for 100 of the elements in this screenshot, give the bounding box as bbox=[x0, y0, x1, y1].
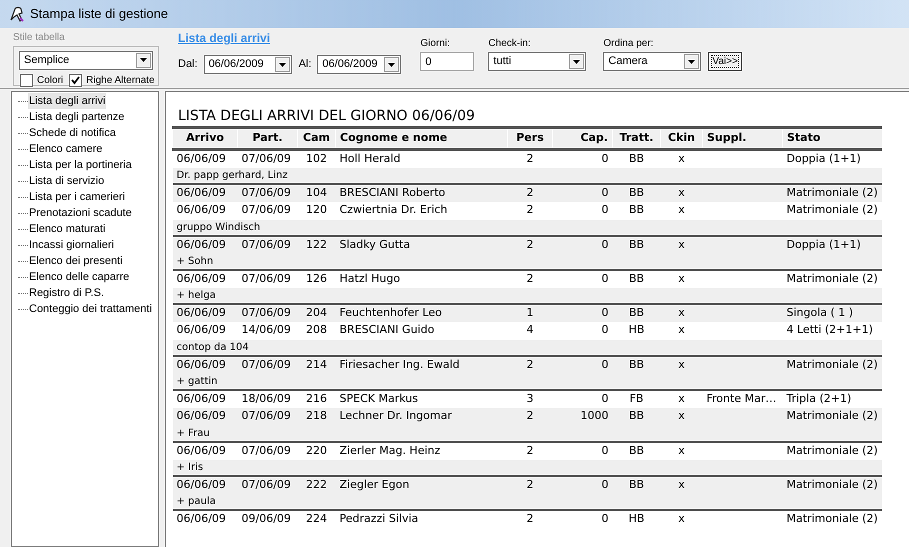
column-header: Suppl. bbox=[702, 128, 782, 150]
table-cell: 07/06/09 bbox=[242, 358, 291, 371]
dropdown-button[interactable] bbox=[684, 54, 700, 69]
guest-note: + gattin bbox=[176, 376, 218, 386]
field-label: Check-in: bbox=[488, 37, 532, 51]
table-cell: Holl Herald bbox=[340, 152, 400, 165]
table-cell: FB bbox=[630, 392, 644, 405]
table-cell: 0 bbox=[602, 444, 608, 457]
table-cell: Matrimoniale (2) bbox=[786, 512, 878, 525]
table-cell: 07/06/09 bbox=[242, 409, 291, 422]
guest-note: + Frau bbox=[176, 428, 210, 438]
checkbox-label: Righe Alternate bbox=[86, 74, 155, 88]
date-field[interactable]: 06/06/2009 bbox=[317, 55, 402, 74]
table-cell: 09/06/09 bbox=[242, 512, 291, 525]
date-field[interactable]: 06/06/2009 bbox=[204, 55, 292, 74]
table-cell: Lechner Dr. Ingomar bbox=[340, 409, 452, 422]
table-cell: 07/06/09 bbox=[242, 272, 291, 285]
table-cell: 0 bbox=[602, 186, 608, 199]
table-cell: 06/06/09 bbox=[176, 238, 226, 251]
table-cell: 2 bbox=[526, 478, 534, 491]
table-cell: 07/06/09 bbox=[242, 478, 291, 491]
table-cell: Matrimoniale (2) bbox=[786, 272, 878, 285]
table-cell: 102 bbox=[306, 152, 327, 165]
table-cell: 204 bbox=[306, 306, 327, 319]
column-header: Ckin bbox=[660, 128, 702, 150]
table-cell: 0 bbox=[602, 272, 608, 285]
table-cell: 2 bbox=[526, 444, 534, 457]
guest-note: + helga bbox=[176, 290, 216, 300]
checkin-select[interactable]: tutti bbox=[488, 52, 586, 71]
table-cell: 2 bbox=[526, 203, 534, 216]
go-button[interactable]: Vai>> bbox=[708, 52, 742, 71]
table-cell: 0 bbox=[602, 392, 608, 405]
guest-note: + Iris bbox=[176, 462, 204, 472]
field-label: Al: bbox=[298, 57, 312, 72]
table-cell: Matrimoniale (2) bbox=[786, 444, 878, 457]
table-cell: BB bbox=[628, 203, 644, 216]
table-cell: BB bbox=[628, 238, 644, 251]
dropdown-button[interactable] bbox=[274, 57, 290, 72]
table-cell: 0 bbox=[602, 323, 608, 336]
table-cell: BB bbox=[628, 358, 644, 371]
table-cell: Matrimoniale (2) bbox=[786, 409, 878, 422]
table-cell: Matrimoniale (2) bbox=[786, 478, 878, 491]
table-cell: BRESCIANI Roberto bbox=[340, 186, 446, 199]
table-cell: 2 bbox=[526, 512, 534, 525]
column-header: Cap. bbox=[552, 128, 612, 150]
dropdown-button[interactable] bbox=[136, 52, 151, 68]
sort-select[interactable]: Camera bbox=[603, 52, 702, 71]
window-title: Stampa liste di gestione bbox=[30, 5, 168, 24]
table-cell: 2 bbox=[526, 238, 534, 251]
table-cell: Zierler Mag. Heinz bbox=[340, 444, 440, 457]
table-cell: 2 bbox=[526, 358, 534, 371]
table-cell: 06/06/09 bbox=[176, 478, 226, 491]
dropdown-button[interactable] bbox=[384, 57, 400, 72]
tree-item[interactable]: Lista degli arrivi bbox=[28, 92, 106, 110]
table-cell: 220 bbox=[306, 444, 327, 457]
table-cell: 214 bbox=[306, 358, 327, 371]
caret-icon bbox=[573, 60, 580, 64]
table-cell: 2 bbox=[526, 152, 534, 165]
table-cell: 126 bbox=[306, 272, 327, 285]
table-cell: 06/06/09 bbox=[176, 409, 226, 422]
table-cell: x bbox=[678, 409, 685, 422]
table-cell: 06/06/09 bbox=[176, 203, 226, 216]
caret-icon bbox=[278, 62, 286, 66]
column-header: Cam bbox=[298, 128, 336, 150]
table-cell: 06/06/09 bbox=[176, 272, 226, 285]
table-cell: 2 bbox=[526, 409, 534, 422]
table-cell: 0 bbox=[602, 306, 608, 319]
table-cell: 07/06/09 bbox=[242, 444, 291, 457]
table-cell: x bbox=[678, 323, 685, 336]
checkbox-label: Colori bbox=[37, 74, 64, 88]
table-cell: 07/06/09 bbox=[242, 152, 291, 165]
table-cell: x bbox=[678, 392, 685, 405]
table-cell: 14/06/09 bbox=[242, 323, 291, 336]
column-header: Cognome e nome bbox=[336, 128, 508, 150]
table-cell: 06/06/09 bbox=[176, 306, 226, 319]
caret-icon bbox=[140, 58, 147, 62]
table-cell: Feuchtenhofer Leo bbox=[340, 306, 442, 319]
checkbox[interactable] bbox=[69, 74, 82, 86]
checkbox[interactable] bbox=[20, 74, 33, 86]
report-title: LISTA DEGLI ARRIVI DEL GIORNO 06/06/09 bbox=[177, 107, 476, 126]
guest-note: gruppo Windisch bbox=[176, 222, 260, 232]
table-cell: 06/06/09 bbox=[176, 358, 226, 371]
table-cell: 216 bbox=[306, 392, 327, 405]
style-select[interactable]: Semplice bbox=[19, 51, 153, 70]
table-cell: BB bbox=[628, 306, 644, 319]
column-header: Tratt. bbox=[612, 128, 660, 150]
table-cell: 122 bbox=[306, 238, 327, 251]
table-cell: Singola ( 1 ) bbox=[786, 306, 854, 319]
input-field[interactable]: 0 bbox=[420, 52, 474, 71]
table-cell: 07/06/09 bbox=[242, 203, 291, 216]
table-cell: x bbox=[678, 358, 685, 371]
column-header: Pers bbox=[508, 128, 552, 150]
table-cell: x bbox=[678, 272, 685, 285]
table-cell: BB bbox=[628, 272, 644, 285]
table-cell: 07/06/09 bbox=[242, 238, 291, 251]
table-cell: 218 bbox=[306, 409, 327, 422]
table-cell: 4 bbox=[526, 323, 534, 336]
dropdown-button[interactable] bbox=[569, 54, 584, 69]
table-cell: 208 bbox=[306, 323, 327, 336]
table-cell: 0 bbox=[602, 238, 608, 251]
